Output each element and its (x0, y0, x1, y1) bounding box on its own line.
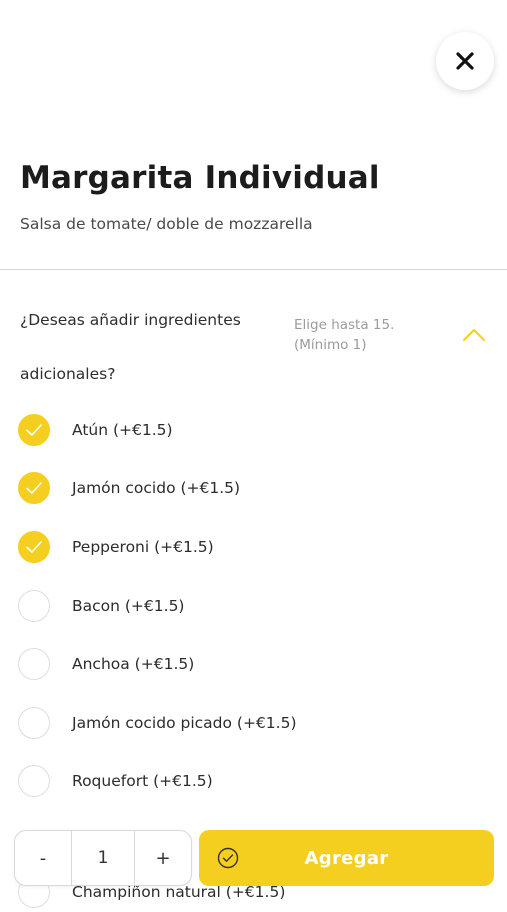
option-checkbox[interactable] (18, 590, 50, 622)
quantity-value: 1 (71, 831, 135, 885)
option-label: Atún (+€1.5) (72, 421, 173, 439)
option-checkbox[interactable] (18, 765, 50, 797)
add-button-label: Agregar (304, 847, 389, 869)
close-icon (456, 52, 474, 70)
option-jamon-cocido[interactable]: Jamón cocido (+€1.5) (18, 468, 240, 508)
group-question-line2: adicionales? (20, 365, 116, 383)
product-title: Margarita Individual (20, 160, 380, 196)
add-to-cart-button[interactable]: Agregar (199, 830, 494, 886)
option-jamon-cocido-picado[interactable]: Jamón cocido picado (+€1.5) (18, 703, 297, 743)
group-hint-min: (Mínimo 1) (294, 337, 367, 353)
option-atun[interactable]: Atún (+€1.5) (18, 410, 173, 450)
group-hint: Elige hasta 15. (Mínimo 1) (294, 315, 394, 355)
collapse-group-button[interactable] (460, 324, 488, 346)
divider (0, 269, 507, 270)
option-anchoa[interactable]: Anchoa (+€1.5) (18, 644, 194, 684)
option-checkbox[interactable] (18, 707, 50, 739)
option-checkbox[interactable] (18, 472, 50, 504)
option-checkbox[interactable] (18, 531, 50, 563)
option-label: Bacon (+€1.5) (72, 597, 185, 615)
quantity-stepper: - 1 + (14, 830, 192, 886)
option-label: Jamón cocido picado (+€1.5) (72, 714, 297, 732)
option-label: Roquefort (+€1.5) (72, 772, 213, 790)
decrement-button[interactable]: - (15, 831, 71, 885)
check-icon (26, 482, 42, 494)
option-checkbox[interactable] (18, 648, 50, 680)
option-pepperoni[interactable]: Pepperoni (+€1.5) (18, 527, 214, 567)
group-hint-max: Elige hasta 15. (294, 317, 395, 333)
increment-button[interactable]: + (135, 831, 191, 885)
option-label: Pepperoni (+€1.5) (72, 538, 214, 556)
chevron-up-icon (463, 329, 485, 341)
product-description: Salsa de tomate/ doble de mozzarella (20, 215, 313, 233)
option-checkbox[interactable] (18, 414, 50, 446)
option-bacon[interactable]: Bacon (+€1.5) (18, 586, 184, 626)
group-question-line1: ¿Deseas añadir ingredientes (20, 311, 241, 329)
option-roquefort[interactable]: Roquefort (+€1.5) (18, 761, 213, 801)
check-icon (26, 424, 42, 436)
check-icon (26, 541, 42, 553)
option-label: Anchoa (+€1.5) (72, 655, 195, 673)
option-label: Jamón cocido (+€1.5) (72, 479, 241, 497)
close-button[interactable] (436, 32, 494, 90)
bottom-action-bar: - 1 + Agregar (0, 820, 507, 900)
